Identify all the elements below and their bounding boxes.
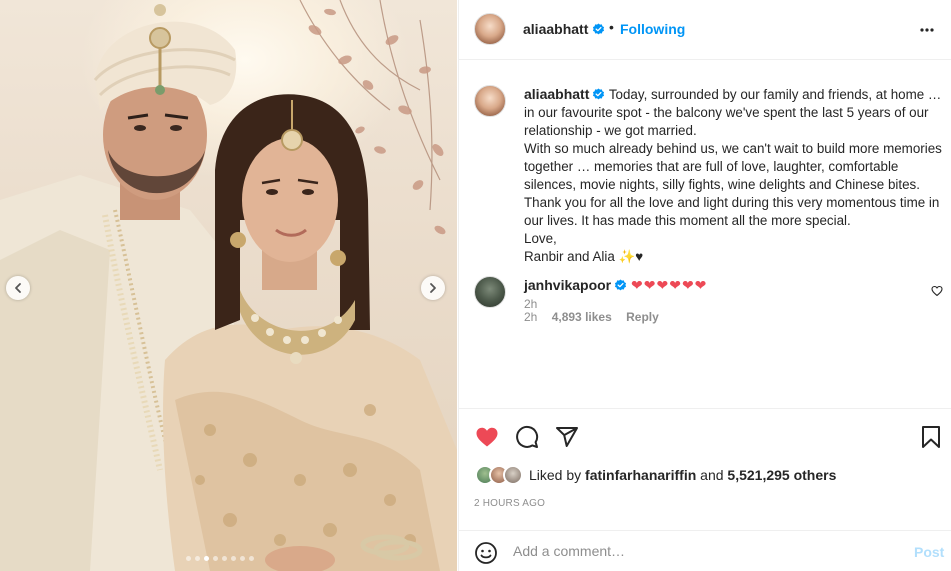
more-options-icon bbox=[920, 28, 934, 32]
post-actions: Liked by fatinfarhanariffin and 5,521,29… bbox=[459, 408, 951, 571]
save-button[interactable] bbox=[920, 425, 942, 454]
commenter-username[interactable]: janhvikapoor bbox=[524, 277, 611, 293]
heart-outline-icon bbox=[931, 285, 943, 297]
comment-like-button[interactable] bbox=[931, 284, 943, 302]
liked-by-prefix: Liked by bbox=[529, 467, 582, 483]
liked-by-and: and bbox=[700, 467, 724, 483]
comment-meta: 2h 4,893 likes Reply bbox=[524, 310, 670, 324]
carousel-dot bbox=[231, 556, 236, 561]
author-username[interactable]: aliaabhatt bbox=[523, 21, 588, 37]
comment-body: ❤❤❤❤❤❤ bbox=[631, 277, 708, 293]
carousel-dot bbox=[186, 556, 191, 561]
post-sidebar: aliaabhatt • Following aliaabhatt Today,… bbox=[458, 0, 951, 571]
like-button[interactable] bbox=[475, 425, 499, 454]
caption-avatar[interactable] bbox=[474, 85, 506, 117]
comment-time[interactable]: 2h bbox=[524, 310, 537, 324]
chevron-right-icon bbox=[430, 283, 436, 293]
carousel-prev-button[interactable] bbox=[6, 276, 30, 300]
post-timestamp[interactable]: 2 HOURS AGO bbox=[474, 498, 545, 509]
comment-text: janhvikapoor ❤❤❤❤❤❤ bbox=[524, 277, 707, 294]
commenter-avatar[interactable] bbox=[474, 276, 506, 308]
carousel-dot bbox=[222, 556, 227, 561]
post-comment-button[interactable]: Post bbox=[914, 544, 944, 560]
post-media[interactable] bbox=[0, 0, 457, 571]
caption-line: With so much already behind us, we can't… bbox=[524, 141, 942, 192]
bookmark-icon bbox=[922, 426, 940, 448]
post-header: aliaabhatt • Following bbox=[459, 0, 951, 60]
caption-line: Thank you for all the love and light dur… bbox=[524, 195, 940, 228]
liked-by: Liked by fatinfarhanariffin and 5,521,29… bbox=[475, 465, 836, 485]
liked-by-others[interactable]: 5,521,295 others bbox=[727, 467, 836, 483]
carousel-dot bbox=[195, 556, 200, 561]
add-comment-bar: Post bbox=[459, 530, 951, 571]
emoji-button[interactable] bbox=[474, 541, 498, 570]
carousel-indicator bbox=[186, 556, 254, 561]
chevron-left-icon bbox=[15, 283, 21, 293]
emoji-icon bbox=[475, 542, 497, 564]
verified-icon bbox=[593, 88, 605, 100]
carousel-dot bbox=[240, 556, 245, 561]
reply-button[interactable]: Reply bbox=[626, 310, 659, 324]
liked-by-user[interactable]: fatinfarhanariffin bbox=[585, 467, 696, 483]
comment-button[interactable] bbox=[515, 425, 539, 454]
comment-likes[interactable]: 4,893 likes bbox=[552, 310, 612, 324]
heart-filled-icon bbox=[476, 427, 498, 447]
caption-text: aliaabhatt Today, surrounded by our fami… bbox=[524, 85, 942, 266]
author-avatar[interactable] bbox=[474, 13, 506, 45]
verified-icon bbox=[592, 23, 605, 35]
comment-icon bbox=[516, 425, 539, 448]
caption-username[interactable]: aliaabhatt bbox=[524, 86, 589, 102]
carousel-dot bbox=[213, 556, 218, 561]
caption-line: Love, bbox=[524, 231, 557, 246]
comment-item: janhvikapoor ❤❤❤❤❤❤ 2h 4,893 likes Reply bbox=[459, 276, 951, 336]
header-separator: • bbox=[609, 19, 614, 35]
share-button[interactable] bbox=[555, 425, 579, 454]
caption-section: aliaabhatt Today, surrounded by our fami… bbox=[459, 61, 951, 421]
verified-badge bbox=[589, 21, 605, 39]
following-button[interactable]: Following bbox=[620, 21, 685, 37]
liker-avatar[interactable] bbox=[503, 465, 523, 485]
comment-input[interactable] bbox=[513, 539, 893, 563]
caption-line: Ranbir and Alia ✨♥ bbox=[524, 249, 644, 264]
carousel-dot bbox=[249, 556, 254, 561]
verified-icon bbox=[615, 279, 627, 291]
more-options-button[interactable] bbox=[919, 22, 935, 43]
share-icon bbox=[556, 427, 578, 447]
carousel-next-button[interactable] bbox=[421, 276, 445, 300]
wedding-photo bbox=[0, 0, 457, 571]
carousel-dot bbox=[204, 556, 209, 561]
